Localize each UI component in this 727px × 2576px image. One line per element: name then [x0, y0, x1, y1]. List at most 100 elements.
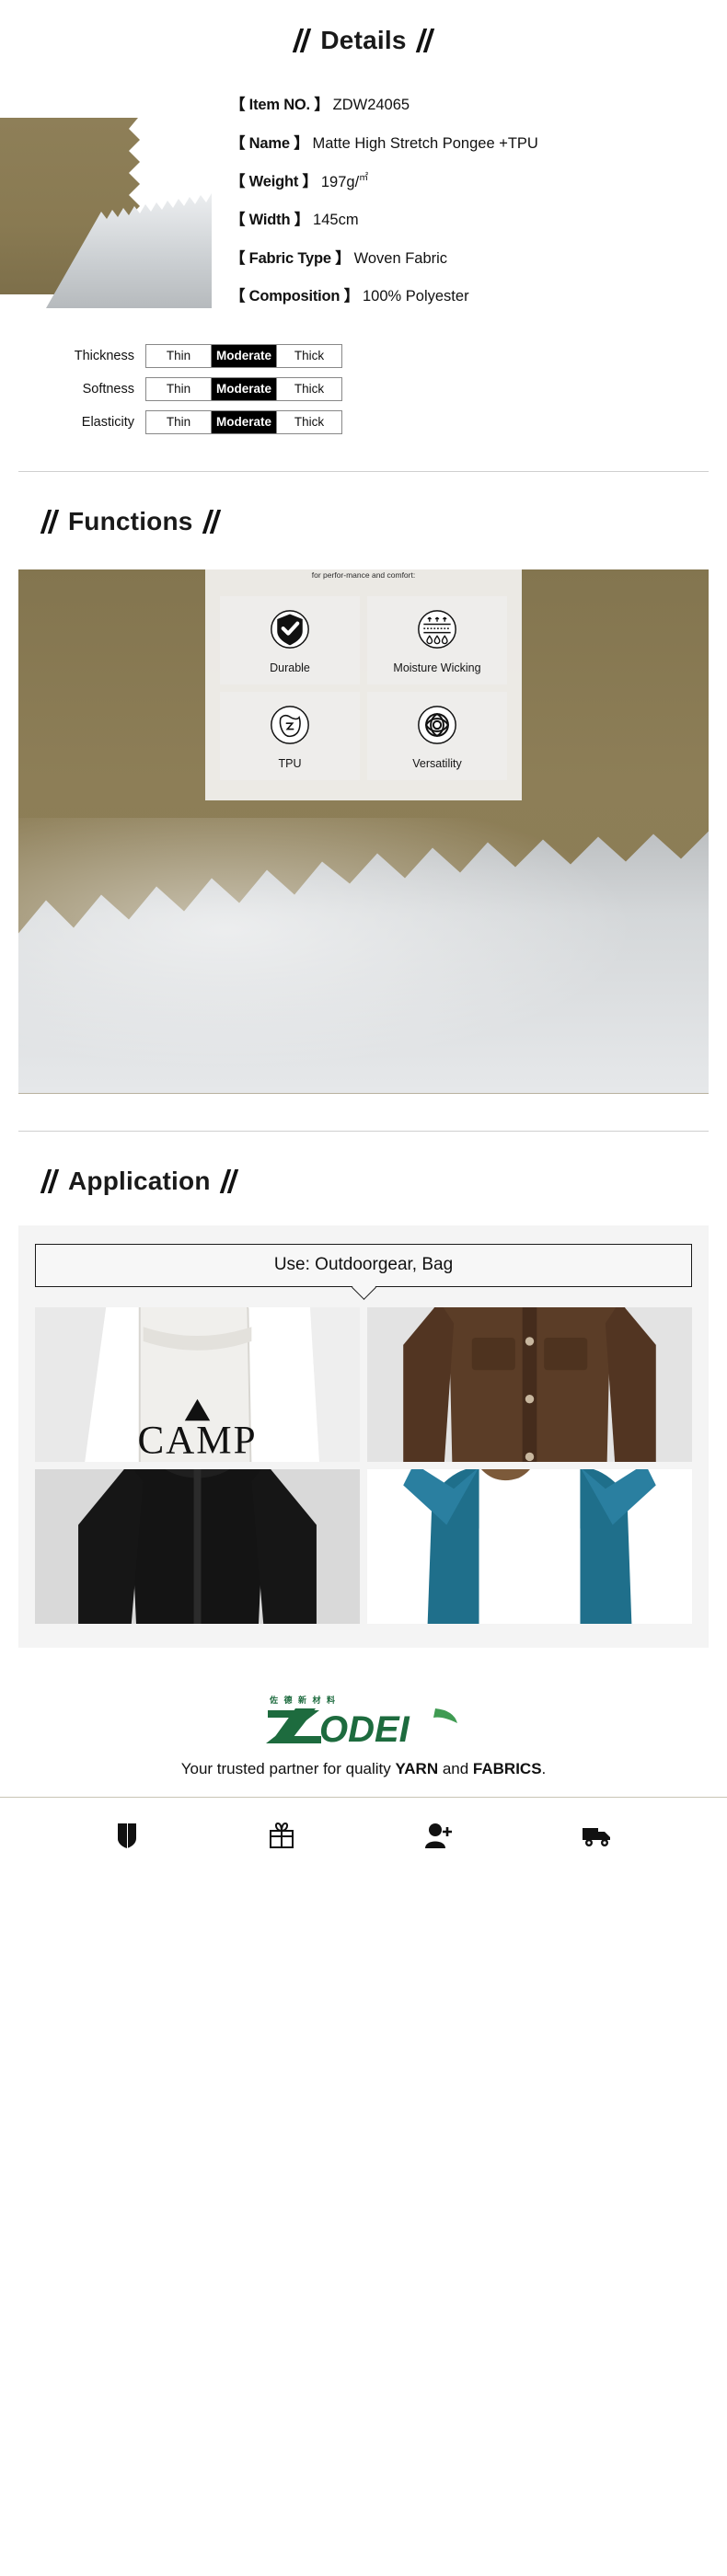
- spec-value: ZDW24065: [332, 97, 410, 113]
- spec-label: 【 Item NO. 】: [230, 97, 329, 113]
- functions-section: Functions The fabric typically offers se…: [0, 472, 727, 1132]
- details-section: Details 【 Item NO. 】 ZDW24065 【 Name 】 M…: [0, 0, 727, 472]
- spec-row: 【 Item NO. 】 ZDW24065: [230, 98, 727, 113]
- spec-row: 【 Weight 】 197g/㎡: [230, 174, 727, 190]
- rating-option-thick[interactable]: Thick: [277, 410, 341, 433]
- slash-decoration-left-icon: [40, 509, 60, 534]
- functions-grid: Durable Moisture Wicking TPU Versatility: [220, 595, 507, 780]
- footer-icon-bar: [0, 1798, 727, 1881]
- rating-label: Elasticity: [81, 414, 134, 430]
- function-label: TPU: [278, 756, 302, 770]
- rating-option-thick[interactable]: Thick: [277, 377, 341, 400]
- rating-label: Thickness: [74, 348, 134, 363]
- spec-row: 【 Composition 】 100% Polyester: [230, 289, 727, 305]
- rating-option-thin[interactable]: Thin: [146, 377, 212, 400]
- user-add-icon[interactable]: [424, 1823, 452, 1853]
- function-card-durable[interactable]: Durable: [220, 595, 360, 684]
- svg-text:佐 德 新 材 料: 佐 德 新 材 料: [269, 1695, 337, 1705]
- ratings-table: Thickness Thin Moderate Thick Softness T…: [0, 343, 727, 434]
- function-card-tpu[interactable]: TPU: [220, 691, 360, 780]
- moisture-wicking-icon: [418, 609, 456, 649]
- application-image-blue-rain-jacket[interactable]: [367, 1468, 692, 1624]
- rating-row-softness: Softness Thin Moderate Thick: [70, 376, 727, 401]
- brand-tagline: Your trusted partner for quality YARN an…: [0, 1760, 727, 1797]
- application-image-camp-gear-dry-bag[interactable]: CAMP GEAR: [35, 1306, 360, 1462]
- shield-check-icon: [271, 609, 309, 649]
- functions-title: Functions: [68, 506, 193, 535]
- spec-row: 【 Fabric Type 】 Woven Fabric: [230, 249, 727, 267]
- specs-column: 【 Item NO. 】 ZDW24065 【 Name 】 Matte High …: [230, 88, 727, 328]
- application-image-brown-quilted-jacket[interactable]: [367, 1306, 692, 1462]
- application-heading: Application: [0, 1167, 727, 1196]
- rating-option-moderate[interactable]: Moderate: [212, 344, 277, 367]
- fabric-swatch-column: [0, 88, 230, 318]
- product-detail-page: Details 【 Item NO. 】 ZDW24065 【 Name 】 M…: [0, 0, 727, 2576]
- details-heading: Details: [0, 26, 727, 55]
- function-label: Durable: [270, 661, 310, 674]
- spec-value: Matte High Stretch Pongee +TPU: [312, 134, 538, 152]
- rating-bar: Thin Moderate Thick: [145, 343, 342, 368]
- function-label: Moisture Wicking: [393, 661, 481, 674]
- functions-description: The fabric typically offers several key …: [311, 569, 416, 580]
- rating-option-thin[interactable]: Thin: [146, 344, 212, 367]
- functions-heading: Functions: [0, 507, 727, 536]
- functions-panel: The fabric typically offers several key …: [205, 569, 522, 800]
- spec-label: 【 Composition 】: [230, 288, 359, 305]
- spec-row: 【 Width 】 145cm: [230, 213, 727, 228]
- zoder-logo-icon: 佐 德 新 材 料 ODEI: [266, 1695, 457, 1747]
- svg-text:ODEI: ODEI: [319, 1709, 410, 1747]
- rating-option-moderate[interactable]: Moderate: [212, 410, 277, 433]
- shield-icon[interactable]: [115, 1822, 139, 1854]
- use-label-box: Use: Outdoorgear, Bag: [35, 1243, 692, 1287]
- spec-row: 【 Name 】 Matte High Stretch Pongee +TPU: [230, 134, 727, 152]
- tagline-prefix: Your trusted partner for quality: [180, 1759, 396, 1777]
- rating-bar: Thin Moderate Thick: [145, 409, 342, 434]
- tagline-mid: and: [438, 1759, 473, 1777]
- application-image-grid: CAMP GEAR: [35, 1306, 692, 1624]
- fabric-swatch-image: [0, 118, 212, 308]
- details-title: Details: [320, 26, 407, 54]
- fabric-photo: The fabric typically offers several key …: [18, 569, 709, 1094]
- spec-unit: ㎡: [359, 173, 369, 183]
- slash-decoration-right-icon: [219, 1168, 238, 1193]
- application-image-black-softshell-jacket[interactable]: [35, 1468, 360, 1624]
- rating-row-thickness: Thickness Thin Moderate Thick: [70, 343, 727, 368]
- rating-option-thin[interactable]: Thin: [146, 410, 212, 433]
- svg-text:GEAR: GEAR: [140, 1455, 255, 1461]
- application-section: Application Use: Outdoorgear, Bag CAMP G…: [0, 1132, 727, 1648]
- tagline-yarn: YARN: [395, 1759, 439, 1777]
- delivery-truck-icon[interactable]: [582, 1823, 613, 1852]
- rating-option-moderate[interactable]: Moderate: [212, 377, 277, 400]
- spec-value: 197g/: [320, 173, 360, 190]
- spec-label: 【 Width 】: [230, 212, 310, 228]
- rating-row-elasticity: Elasticity Thin Moderate Thick: [70, 409, 727, 434]
- application-title: Application: [68, 1166, 211, 1195]
- details-body: 【 Item NO. 】 ZDW24065 【 Name 】 Matte High …: [0, 88, 727, 328]
- brown-jacket-image: [367, 1306, 692, 1462]
- tpu-icon: [271, 705, 309, 744]
- tagline-fabrics: FABRICS: [472, 1759, 542, 1777]
- spec-value: 145cm: [313, 212, 359, 228]
- black-jacket-image: [35, 1468, 360, 1624]
- gift-icon[interactable]: [269, 1822, 294, 1854]
- rating-label: Softness: [82, 381, 134, 397]
- spec-value: Woven Fabric: [353, 249, 448, 267]
- versatility-knot-icon: [418, 705, 456, 744]
- slash-decoration-right-icon: [415, 29, 434, 52]
- spec-label: 【 Name 】: [230, 134, 309, 152]
- rating-option-thick[interactable]: Thick: [277, 344, 341, 367]
- spec-value: 100% Polyester: [363, 288, 469, 305]
- function-card-versatility[interactable]: Versatility: [367, 691, 507, 780]
- blue-jacket-image: [367, 1468, 692, 1624]
- dry-bag-image: CAMP GEAR: [35, 1306, 360, 1462]
- slash-decoration-left-icon: [293, 29, 312, 52]
- function-card-moisture-wicking[interactable]: Moisture Wicking: [367, 595, 507, 684]
- function-label: Versatility: [412, 756, 462, 770]
- spec-label: 【 Weight 】: [230, 173, 317, 190]
- spec-label: 【 Fabric Type 】: [230, 249, 351, 267]
- rating-bar: Thin Moderate Thick: [145, 376, 342, 401]
- slash-decoration-right-icon: [202, 509, 221, 534]
- page-footer: 佐 德 新 材 料 ODEI Your trusted partner for …: [0, 1648, 727, 1881]
- application-panel: Use: Outdoorgear, Bag CAMP GEAR: [18, 1225, 709, 1648]
- brand-logo: 佐 德 新 材 料 ODEI: [0, 1690, 727, 1747]
